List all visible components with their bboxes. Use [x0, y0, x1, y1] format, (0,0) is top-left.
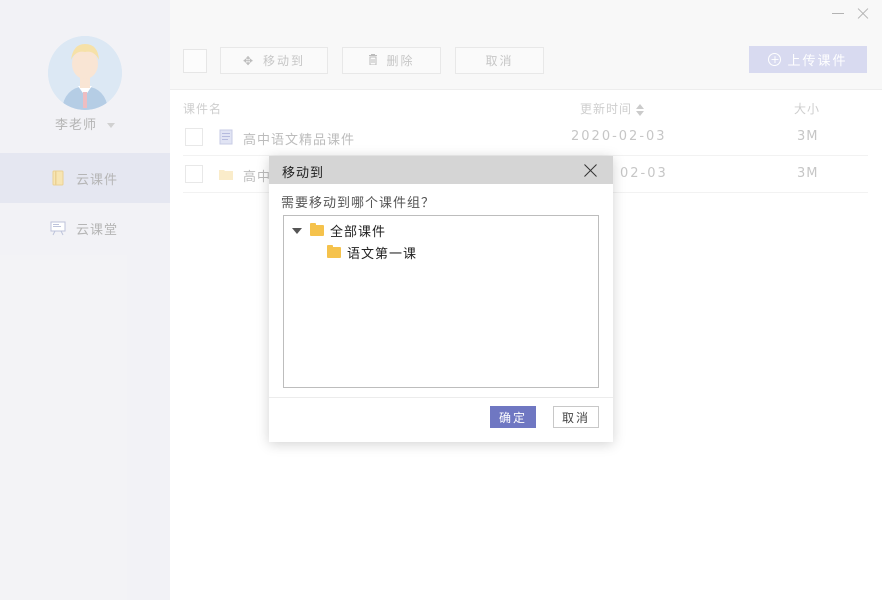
confirm-button[interactable]: 确定 [490, 406, 536, 428]
dialog-cancel-button[interactable]: 取消 [553, 406, 599, 428]
folder-icon [310, 223, 324, 236]
dialog-prompt: 需要移动到哪个课件组？ [281, 196, 436, 211]
tree-node-root[interactable]: 全部课件 [292, 221, 386, 240]
dialog-title: 移动到 [282, 166, 325, 181]
folder-tree: 全部课件 语文第一课 [283, 215, 599, 388]
folder-icon [327, 245, 341, 258]
dialog-header: 移动到 [269, 156, 613, 184]
tree-node-label: 语文第一课 [347, 247, 418, 262]
caret-down-icon[interactable] [292, 227, 302, 234]
tree-node-label: 全部课件 [330, 225, 387, 240]
move-to-dialog: 移动到 需要移动到哪个课件组？ 全部课件 语文第一课 确定 取消 [269, 156, 613, 442]
tree-node-child[interactable]: 语文第一课 [327, 243, 417, 262]
close-icon[interactable] [583, 163, 598, 178]
divider [269, 397, 613, 398]
